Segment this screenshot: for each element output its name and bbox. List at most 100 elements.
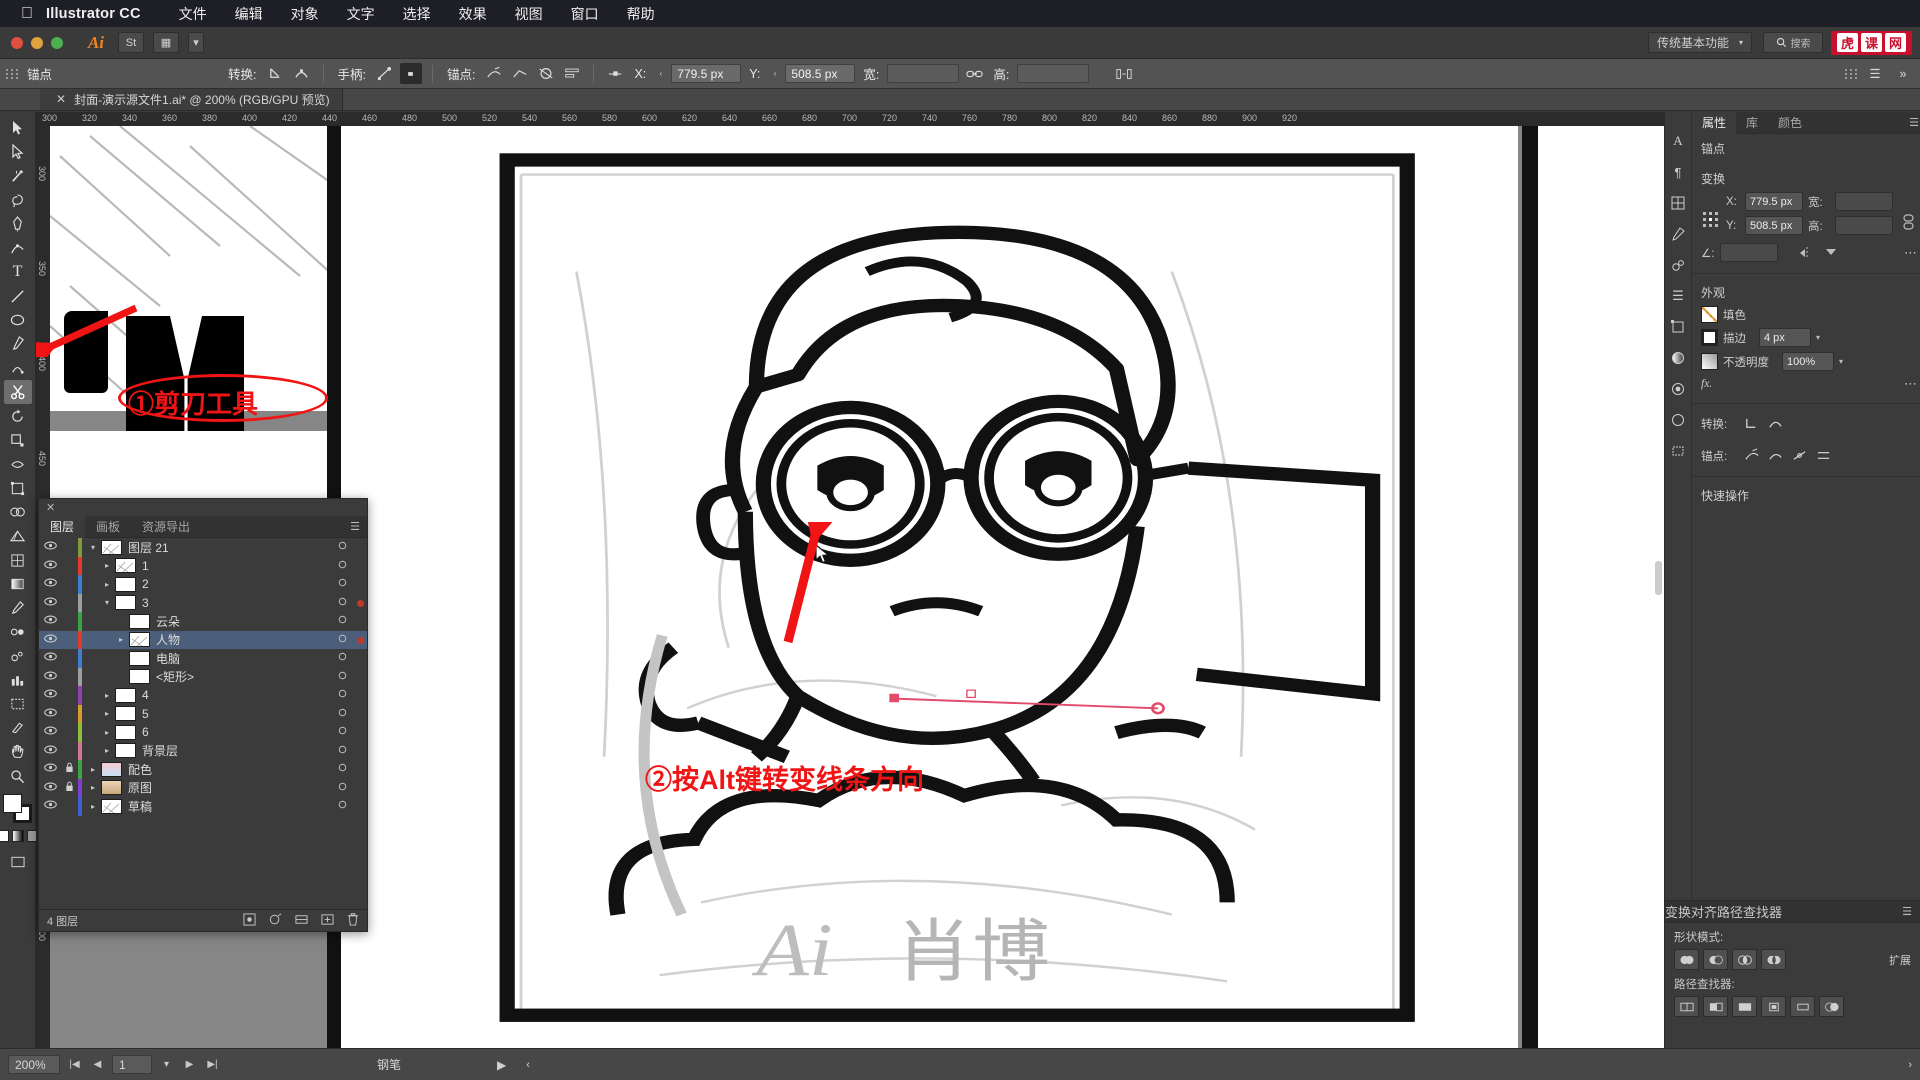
gradient-swatch-button[interactable] — [11, 830, 24, 842]
layer-row[interactable]: ▾ 3 — [39, 593, 367, 612]
tab-align[interactable]: 对齐 — [1691, 902, 1717, 921]
gradient-panel-icon[interactable] — [1665, 345, 1691, 371]
layer-name[interactable]: 图层 21 — [128, 539, 331, 556]
eye-icon[interactable] — [39, 578, 61, 590]
layer-row[interactable]: 云朵 — [39, 612, 367, 631]
appearance-panel-icon[interactable] — [1665, 376, 1691, 402]
opacity-input[interactable]: 100% — [1782, 352, 1834, 371]
transform-more-icon[interactable]: ⋯ — [1904, 245, 1918, 261]
target-circle-icon[interactable] — [331, 671, 353, 683]
layer-row[interactable]: ▸ 1 — [39, 556, 367, 575]
link-icon[interactable] — [963, 63, 985, 84]
eye-icon[interactable] — [39, 745, 61, 757]
menu-item-type[interactable]: 文字 — [333, 4, 389, 24]
layer-name[interactable]: 5 — [142, 707, 331, 721]
menu-item-view[interactable]: 视图 — [501, 4, 557, 24]
lock-icon[interactable] — [61, 781, 78, 795]
target-circle-icon[interactable] — [331, 800, 353, 812]
free-transform-tool[interactable] — [4, 476, 32, 500]
x-input[interactable]: 779.5 px — [671, 64, 742, 83]
chevron-right-icon[interactable]: ▸ — [85, 765, 101, 774]
zoom-tool[interactable] — [4, 764, 32, 788]
chevron-right-icon[interactable]: ▸ — [99, 691, 115, 700]
chevron-right-icon[interactable]: ▸ — [99, 746, 115, 755]
chevron-right-icon[interactable]: ▸ — [85, 783, 101, 792]
column-graph-tool[interactable] — [4, 668, 32, 692]
prop-angle-input[interactable] — [1720, 243, 1778, 262]
flip-horizontal-icon[interactable] — [1797, 243, 1816, 262]
last-page-icon[interactable]: ▶| — [204, 1059, 221, 1070]
minimize-window-button[interactable] — [31, 36, 43, 49]
target-circle-icon[interactable] — [331, 745, 353, 757]
eye-icon[interactable] — [39, 708, 61, 720]
tab-library[interactable]: 库 — [1736, 112, 1768, 134]
scroll-right-icon[interactable]: › — [1908, 1059, 1912, 1071]
eye-icon[interactable] — [39, 597, 61, 609]
slice-tool[interactable] — [4, 716, 32, 740]
expand-button[interactable]: 扩展 — [1889, 952, 1911, 968]
maximize-window-button[interactable] — [51, 36, 63, 49]
paintbrush-tool[interactable] — [4, 332, 32, 356]
connect-anchor-icon[interactable] — [1766, 446, 1785, 465]
target-circle-icon[interactable] — [331, 541, 353, 553]
target-circle-icon[interactable] — [331, 708, 353, 720]
eye-icon[interactable] — [39, 634, 61, 646]
rotate-tool[interactable] — [4, 404, 32, 428]
trim-icon[interactable] — [1703, 996, 1728, 1017]
convert-smooth-icon[interactable] — [1766, 414, 1785, 433]
graphic-styles-icon[interactable] — [1665, 407, 1691, 433]
properties-panel-menu-icon[interactable]: ☰ — [1909, 116, 1920, 129]
link-constrain-icon[interactable] — [1899, 212, 1918, 231]
anchor-connect-icon[interactable] — [509, 63, 531, 84]
chevron-right-icon[interactable]: ▸ — [99, 580, 115, 589]
menu-item-file[interactable]: 文件 — [165, 4, 221, 24]
y-input[interactable]: 508.5 px — [785, 64, 856, 83]
hand-tool[interactable] — [4, 740, 32, 764]
make-clipping-mask-icon[interactable] — [269, 913, 282, 929]
tab-transform[interactable]: 变换 — [1665, 902, 1691, 921]
fill-color-swatch[interactable] — [1701, 306, 1718, 323]
eye-icon[interactable] — [39, 560, 61, 572]
control-bar-grip[interactable] — [6, 68, 19, 79]
stroke-weight-caret-icon[interactable]: ▾ — [1816, 333, 1820, 342]
chevron-down-icon[interactable]: ▾ — [85, 543, 101, 552]
crop-icon[interactable] — [1761, 996, 1786, 1017]
layer-name[interactable]: 2 — [142, 577, 331, 591]
layer-row[interactable]: ▸ 配色 — [39, 760, 367, 779]
layer-name[interactable]: 人物 — [156, 631, 331, 648]
layer-name[interactable]: 4 — [142, 688, 331, 702]
current-page-input[interactable]: 1 — [112, 1055, 152, 1074]
ellipse-tool[interactable] — [4, 308, 32, 332]
stroke-color-swatch[interactable] — [1701, 329, 1718, 346]
selection-tool[interactable] — [4, 116, 32, 140]
layer-name[interactable]: 1 — [142, 559, 331, 573]
y-stepper-icon[interactable]: ‹ — [768, 64, 781, 83]
layer-row[interactable]: ▸ 6 — [39, 723, 367, 742]
eye-icon[interactable] — [39, 800, 61, 812]
layer-row[interactable]: 电脑 — [39, 649, 367, 668]
eye-icon[interactable] — [39, 671, 61, 683]
fill-swatch[interactable] — [2, 794, 22, 813]
target-circle-icon[interactable] — [331, 782, 353, 794]
scroll-left-icon[interactable]: ‹ — [526, 1059, 530, 1071]
layer-row[interactable]: <矩形> — [39, 667, 367, 686]
apple-icon[interactable]:  — [14, 5, 40, 23]
layer-row[interactable]: ▾ 图层 21 — [39, 538, 367, 557]
layer-name[interactable]: 3 — [142, 596, 331, 610]
chevron-right-icon[interactable]: ▸ — [113, 635, 129, 644]
handle-show-icon[interactable] — [374, 63, 396, 84]
canvas-scrollbar[interactable] — [1655, 561, 1662, 596]
blend-tool[interactable] — [4, 620, 32, 644]
layer-row[interactable]: ▸ 草稿 — [39, 797, 367, 816]
layer-row[interactable]: ▸ 人物 — [39, 630, 367, 649]
tab-close-glyph[interactable]: ✕ — [56, 92, 66, 106]
pathfinder-menu-icon[interactable]: ☰ — [1902, 905, 1920, 918]
menu-item-help[interactable]: 帮助 — [613, 4, 669, 24]
transform-each-icon[interactable] — [604, 63, 626, 84]
tab-artboards[interactable]: 画板 — [85, 516, 131, 538]
merge-icon[interactable] — [1732, 996, 1757, 1017]
isolate-selected-icon[interactable] — [1113, 63, 1135, 84]
character-panel-icon[interactable]: A — [1665, 128, 1691, 154]
fill-stroke-swatches[interactable] — [2, 794, 33, 824]
arrange-dropdown-caret[interactable]: ▾ — [188, 32, 204, 53]
